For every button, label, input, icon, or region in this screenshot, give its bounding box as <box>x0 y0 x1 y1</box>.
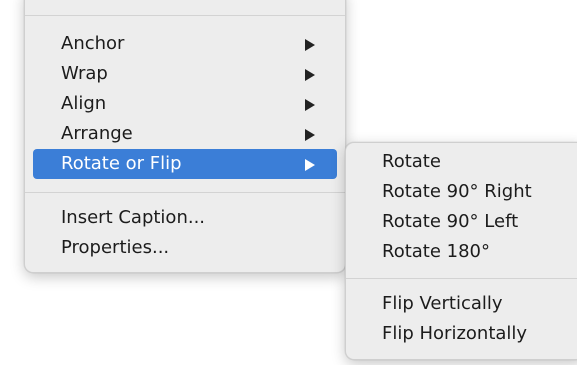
submenu-arrow-icon <box>305 159 315 171</box>
menu-item-insert-caption[interactable]: Insert Caption... <box>33 203 337 233</box>
menu-item-label: Wrap <box>61 63 108 84</box>
menu-item-label: Anchor <box>61 33 125 54</box>
submenu-arrow-icon <box>305 99 315 111</box>
menu-item-anchor[interactable]: Anchor <box>33 29 337 59</box>
menu-item-label: Arrange <box>61 123 133 144</box>
submenu-item-label: Rotate 90° Right <box>382 181 532 202</box>
submenu-item-label: Rotate 90° Left <box>382 211 519 232</box>
submenu-item-label: Flip Horizontally <box>382 323 528 344</box>
submenu-item-label: Rotate 180° <box>382 241 491 262</box>
menu-item-label: Insert Caption... <box>61 207 206 228</box>
submenu-arrow-icon <box>305 69 315 81</box>
menu-item-label: Properties... <box>61 237 170 258</box>
menu-separator <box>25 192 345 193</box>
submenu-item-flip-horizontally[interactable]: Flip Horizontally <box>354 319 576 349</box>
rotate-or-flip-submenu: Rotate Rotate 90° Right Rotate 90° Left … <box>345 142 577 360</box>
submenu-arrow-icon <box>305 39 315 51</box>
submenu-item-rotate-180[interactable]: Rotate 180° <box>354 237 576 267</box>
submenu-arrow-icon <box>305 129 315 141</box>
submenu-item-rotate-90-left[interactable]: Rotate 90° Left <box>354 207 576 237</box>
menu-separator-top <box>25 15 345 16</box>
menu-item-label: Align <box>61 93 107 114</box>
menu-item-align[interactable]: Align <box>33 89 337 119</box>
submenu-item-rotate[interactable]: Rotate <box>354 147 576 177</box>
submenu-item-label: Rotate <box>382 151 441 172</box>
menu-item-rotate-or-flip[interactable]: Rotate or Flip <box>33 149 337 179</box>
menu-item-wrap[interactable]: Wrap <box>33 59 337 89</box>
submenu-item-flip-vertically[interactable]: Flip Vertically <box>354 289 576 319</box>
menu-item-arrange[interactable]: Arrange <box>33 119 337 149</box>
menu-item-label: Rotate or Flip <box>61 153 182 174</box>
submenu-item-rotate-90-right[interactable]: Rotate 90° Right <box>354 177 576 207</box>
submenu-separator <box>346 278 577 279</box>
context-menu: Anchor Wrap Align Arrange Rotate or Flip… <box>24 0 346 273</box>
submenu-item-label: Flip Vertically <box>382 293 503 314</box>
menu-item-properties[interactable]: Properties... <box>33 233 337 263</box>
